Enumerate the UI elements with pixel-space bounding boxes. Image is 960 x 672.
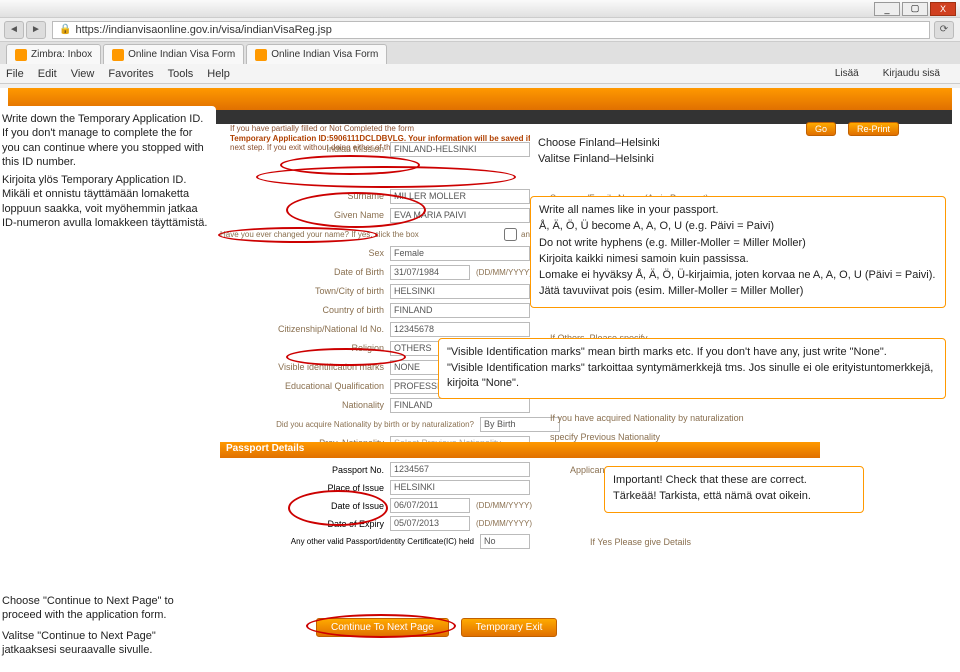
callout-text: Do not write hyphens (e.g. Miller-Moller… <box>539 236 937 250</box>
poi-label: Place of Issue <box>220 483 390 493</box>
highlight-marks <box>286 348 406 366</box>
highlight-names <box>286 192 426 228</box>
callout-tempid: Write down the Temporary Application ID.… <box>0 106 216 238</box>
menu-file[interactable]: File <box>6 68 24 80</box>
menu-tools[interactable]: Tools <box>168 68 194 80</box>
titlebar: _ ▢ X <box>0 0 960 18</box>
tab-icon <box>15 49 27 61</box>
doi-field[interactable]: 06/07/2011 <box>390 498 470 513</box>
dob-field[interactable]: 31/07/1984 <box>390 265 470 280</box>
sex-label: Sex <box>220 248 390 258</box>
callout-text: Write down the Temporary Application ID.… <box>2 112 208 169</box>
natq-field[interactable]: By Birth <box>480 417 560 432</box>
callout-text: Kirjoita kaikki nimesi samoin kuin passi… <box>539 252 937 266</box>
url-text: https://indianvisaonline.gov.in/visa/ind… <box>75 24 331 36</box>
highlight-dates <box>288 490 388 526</box>
nat-label: Nationality <box>220 400 390 410</box>
menu-edit[interactable]: Edit <box>38 68 57 80</box>
callout-text: Valitse Finland–Helsinki <box>538 152 702 166</box>
menu-help[interactable]: Help <box>207 68 230 80</box>
temp-exit-button[interactable]: Temporary Exit <box>461 618 558 637</box>
country-field[interactable]: FINLAND <box>390 303 530 318</box>
callout-text: Valitse "Continue to Next Page" jatkaaks… <box>2 629 208 658</box>
passno-field[interactable]: 1234567 <box>390 462 530 477</box>
browser-chrome: _ ▢ X ◄ ► 🔒 https://indianvisaonline.gov.… <box>0 0 960 100</box>
nat-field[interactable]: FINLAND <box>390 398 530 413</box>
highlight-tempid <box>256 166 516 188</box>
callout-text: Å, Ä, Ö, Ü become A, A, O, U (e.g. Päivi… <box>539 219 937 233</box>
highlight-changeq <box>218 227 378 243</box>
menu-bar: File Edit View Favorites Tools Help Lisä… <box>0 64 960 84</box>
mission-label: Indian Mission <box>220 144 390 154</box>
mission-field[interactable]: FINLAND-HELSINKI <box>390 142 530 157</box>
forward-icon[interactable]: ► <box>26 21 46 39</box>
passno-label: Passport No. <box>220 465 390 475</box>
callout-dates: Important! Check that these are correct.… <box>604 466 864 513</box>
doe-format: (DD/MM/YYYY) <box>476 519 532 528</box>
tab-visa-2[interactable]: Online Indian Visa Form <box>246 44 387 64</box>
minimize-button[interactable]: _ <box>874 2 900 16</box>
callout-text: Tärkeää! Tarkista, että nämä ovat oikein… <box>613 489 855 503</box>
tab-zimbra[interactable]: Zimbra: Inbox <box>6 44 101 64</box>
natq-label: Did you acquire Nationality by birth or … <box>220 420 480 429</box>
callout-text: "Visible Identification marks" tarkoitta… <box>447 361 937 390</box>
callout-mission: Choose Finland–Helsinki Valitse Finland–… <box>530 130 710 175</box>
dob-format: (DD/MM/YYYY) <box>476 268 532 277</box>
callout-text: Write all names like in your passport. <box>539 203 937 217</box>
callout-text: Lomake ei hyväksy Å, Ä, Ö, Ü-kirjaimia, … <box>539 268 937 282</box>
town-field[interactable]: HELSINKI <box>390 284 530 299</box>
url-field[interactable]: 🔒 https://indianvisaonline.gov.in/visa/in… <box>52 21 930 39</box>
callout-text: "Visible Identification marks" mean birt… <box>447 345 937 359</box>
dob-label: Date of Birth <box>220 267 390 277</box>
callout-names: Write all names like in your passport. Å… <box>530 196 946 308</box>
edu-label: Educational Qualification <box>220 381 390 391</box>
sex-field[interactable]: Female <box>390 246 530 261</box>
tab-label: Online Indian Visa Form <box>128 49 235 60</box>
otherpass-hint: If Yes Please give Details <box>590 537 691 547</box>
back-icon[interactable]: ◄ <box>4 21 24 39</box>
town-label: Town/City of birth <box>220 286 390 296</box>
lock-icon: 🔒 <box>59 24 71 35</box>
poi-field[interactable]: HELSINKI <box>390 480 530 495</box>
highlight-continue <box>306 614 456 638</box>
doe-field[interactable]: 05/07/2013 <box>390 516 470 531</box>
country-label: Country of birth <box>220 305 390 315</box>
callout-text: Choose "Continue to Next Page" to procee… <box>2 594 208 623</box>
refresh-icon[interactable]: ⟳ <box>934 21 954 39</box>
top-buttons: Go Re-Print <box>800 122 905 136</box>
otherpass-field[interactable]: No <box>480 534 530 549</box>
nid-field[interactable]: 12345678 <box>390 322 530 337</box>
tab-label: Online Indian Visa Form <box>271 49 378 60</box>
tab-bar: Zimbra: Inbox Online Indian Visa Form On… <box>0 42 960 64</box>
callout-text: Choose Finland–Helsinki <box>538 136 702 150</box>
close-button[interactable]: X <box>930 2 956 16</box>
callout-text: Important! Check that these are correct. <box>613 473 855 487</box>
callout-marks: "Visible Identification marks" mean birt… <box>438 338 946 399</box>
reprint-button[interactable]: Re-Print <box>848 122 899 136</box>
tab-label: Zimbra: Inbox <box>31 49 92 60</box>
callout-text: Jätä tavuviivat pois (esim. Miller-Molle… <box>539 284 937 298</box>
tab-icon <box>112 49 124 61</box>
address-bar: ◄ ► 🔒 https://indianvisaonline.gov.in/vis… <box>0 18 960 42</box>
tab-icon <box>255 49 267 61</box>
otherpass-label: Any other valid Passport/identity Certif… <box>220 537 480 546</box>
menu-view[interactable]: View <box>71 68 95 80</box>
menu-favorites[interactable]: Favorites <box>108 68 153 80</box>
tab-visa-1[interactable]: Online Indian Visa Form <box>103 44 244 64</box>
go-button[interactable]: Go <box>806 122 836 136</box>
callout-continue: Choose "Continue to Next Page" to procee… <box>0 588 216 665</box>
nid-label: Citizenship/National Id No. <box>220 324 390 334</box>
maximize-button[interactable]: ▢ <box>902 2 928 16</box>
toolbar-add[interactable]: Lisää <box>835 68 859 79</box>
toolbar-login[interactable]: Kirjaudu sisä <box>883 68 940 79</box>
passport-title: Passport Details <box>220 442 820 458</box>
name-change-checkbox[interactable] <box>504 228 517 241</box>
doi-format: (DD/MM/YYYY) <box>476 501 532 510</box>
callout-text: Kirjoita ylös Temporary Application ID. … <box>2 173 208 230</box>
